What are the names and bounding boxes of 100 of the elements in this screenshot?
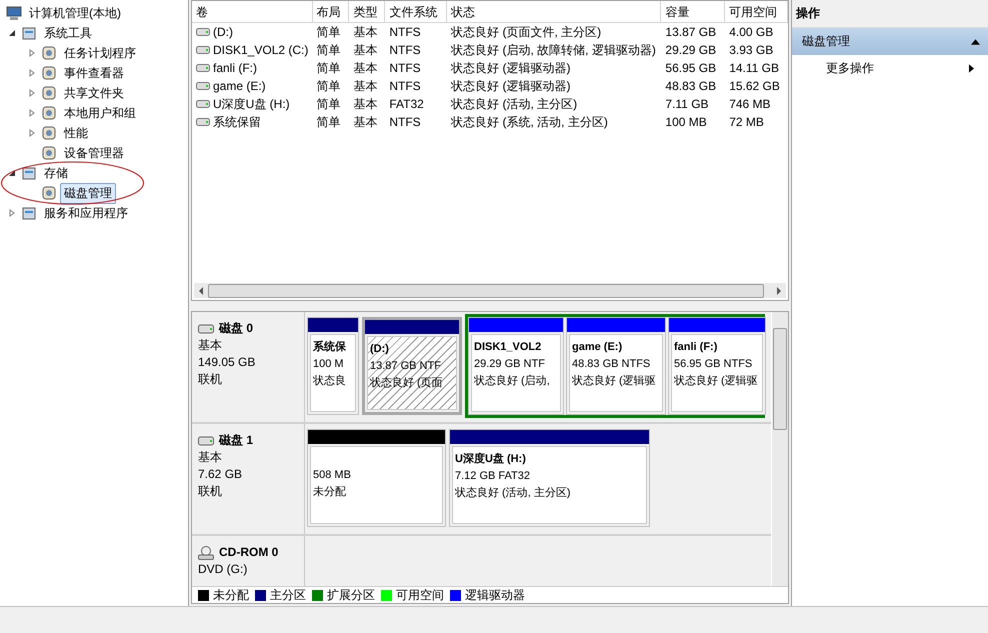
- disk-status: 联机: [198, 483, 223, 500]
- tree-item[interactable]: 服务和应用程序: [40, 202, 132, 224]
- tree-item[interactable]: 磁盘管理: [60, 182, 116, 204]
- expander-icon[interactable]: [8, 29, 16, 37]
- table-cell: 状态良好 (启动, 故障转储, 逻辑驱动器): [451, 42, 656, 58]
- horizontal-scrollbar[interactable]: [194, 283, 786, 298]
- partition-size: 29.29 GB NTF: [474, 357, 545, 372]
- table-cell: 基本: [353, 42, 378, 58]
- submenu-arrow-icon: [969, 64, 974, 73]
- table-cell: FAT32: [389, 97, 424, 111]
- tool-icon: [41, 185, 57, 201]
- table-cell: 系统保留: [213, 114, 261, 130]
- partition-header-bar: [308, 318, 358, 332]
- partition-block[interactable]: U深度U盘 (H:) 7.12 GB FAT32 状态良好 (活动, 主分区): [449, 429, 650, 527]
- table-cell: 简单: [316, 78, 341, 94]
- more-actions-item[interactable]: 更多操作: [792, 55, 988, 82]
- table-cell: 13.87 GB: [665, 25, 716, 39]
- partition-block[interactable]: 508 MB 未分配: [307, 429, 446, 527]
- disk-name: 磁盘 1: [219, 432, 254, 449]
- disk-drive-icon: [198, 324, 214, 334]
- partition-status: 状态良好 (页面: [370, 376, 443, 391]
- partition-block[interactable]: fanli (F:) 56.95 GB NTFS 状态良好 (逻辑驱: [668, 317, 766, 415]
- table-cell: 48.83 GB: [665, 79, 716, 93]
- disk-name: CD-ROM 0: [219, 544, 278, 561]
- tree-item[interactable]: 系统工具: [40, 22, 96, 44]
- partition-status: 状态良: [313, 374, 346, 389]
- partition-block[interactable]: game (E:) 48.83 GB NTFS 状态良好 (逻辑驱: [566, 317, 666, 415]
- table-cell: 基本: [353, 24, 378, 40]
- partition-name: fanli (F:): [674, 340, 718, 355]
- disk-size: 7.62 GB: [198, 466, 244, 483]
- legend-label: 可用空间: [396, 586, 444, 604]
- column-header[interactable]: 可用空间: [725, 1, 788, 22]
- drive-icon: [196, 82, 210, 90]
- column-header[interactable]: 卷: [192, 1, 313, 22]
- computer-icon: [6, 5, 22, 21]
- scroll-right-arrow-icon[interactable]: [776, 286, 782, 294]
- partition-size: 56.95 GB NTFS: [674, 357, 752, 372]
- actions-title: 操作: [792, 0, 988, 28]
- tool-icon: [41, 65, 57, 81]
- legend-label: 扩展分区: [327, 586, 375, 604]
- table-cell: 15.62 GB: [729, 79, 780, 93]
- tree-item[interactable]: 本地用户和组: [60, 102, 140, 124]
- disk-name: 磁盘 0: [219, 320, 254, 337]
- tree-item[interactable]: 设备管理器: [60, 142, 128, 164]
- table-cell: fanli (F:): [213, 61, 258, 75]
- table-cell: U深度U盘 (H:): [213, 96, 290, 112]
- table-cell: 14.11 GB: [729, 61, 779, 75]
- partition-status: 状态良好 (逻辑驱: [572, 374, 656, 389]
- table-cell: NTFS: [389, 43, 421, 57]
- table-cell: 56.95 GB: [665, 61, 716, 75]
- optical-drive-icon: [198, 546, 214, 560]
- partition-block[interactable]: DISK1_VOL2 29.29 GB NTF 状态良好 (启动,: [468, 317, 564, 415]
- tree-item[interactable]: 性能: [60, 122, 92, 144]
- vertical-scrollbar[interactable]: [772, 312, 788, 586]
- tree-item[interactable]: 共享文件夹: [60, 82, 128, 104]
- table-cell: 简单: [316, 60, 341, 76]
- tree-item[interactable]: 计算机管理(本地): [25, 2, 125, 24]
- partition-name: DISK1_VOL2: [474, 340, 542, 355]
- tree-item[interactable]: 存储: [40, 162, 72, 184]
- column-header[interactable]: 类型: [349, 1, 386, 22]
- table-cell: NTFS: [389, 115, 421, 129]
- partition-block[interactable]: 系统保 100 M 状态良: [307, 317, 359, 415]
- partition-size: 7.12 GB FAT32: [455, 469, 530, 484]
- table-cell: 状态良好 (活动, 主分区): [451, 96, 578, 112]
- disk-status: 联机: [198, 371, 223, 388]
- extended-partition[interactable]: DISK1_VOL2 29.29 GB NTF 状态良好 (启动, game (E:) 48.83 GB NTFS 状态良好 (逻辑驱 fanli (F:) 56.95 GB NTFS 状态良好 (逻辑驱: [465, 314, 765, 418]
- scroll-left-arrow-icon[interactable]: [198, 286, 204, 294]
- drive-icon: [196, 118, 210, 126]
- partition-name: 系统保: [313, 340, 346, 355]
- table-cell: NTFS: [389, 79, 421, 93]
- partition-size: 48.83 GB NTFS: [572, 357, 650, 372]
- column-header[interactable]: 布局: [312, 1, 350, 22]
- expander-icon[interactable]: [8, 169, 16, 177]
- tool-icon: [41, 85, 57, 101]
- partition-block[interactable]: (D:) 13.87 GB NTF 状态良好 (页面: [362, 317, 462, 415]
- partition-status: 未分配: [313, 485, 346, 500]
- tree-item[interactable]: 任务计划程序: [60, 42, 140, 64]
- drive-icon: [196, 46, 210, 54]
- column-header[interactable]: 状态: [447, 1, 662, 22]
- disk-size: 149.05 GB: [198, 354, 256, 371]
- partition-name: game (E:): [572, 340, 622, 355]
- table-cell: 状态良好 (逻辑驱动器): [451, 60, 570, 76]
- table-cell: 状态良好 (系统, 活动, 主分区): [451, 114, 608, 130]
- actions-section-header[interactable]: 磁盘管理: [792, 28, 988, 55]
- table-cell: DISK1_VOL2 (C:): [213, 43, 308, 57]
- collapse-caret-icon[interactable]: [971, 38, 980, 44]
- legend-label: 逻辑驱动器: [465, 586, 525, 604]
- tool-icon: [41, 125, 57, 141]
- table-cell: 简单: [316, 96, 341, 112]
- table-cell: 100 MB: [665, 115, 707, 129]
- section-label: 磁盘管理: [802, 33, 850, 50]
- column-header[interactable]: 文件系统: [385, 1, 448, 22]
- table-cell: game (E:): [213, 79, 266, 93]
- partition-status: 状态良好 (活动, 主分区): [455, 486, 570, 501]
- tool-icon: [41, 45, 57, 61]
- column-header[interactable]: 容量: [661, 1, 726, 22]
- partition-name: (D:): [370, 342, 389, 357]
- table-cell: 基本: [353, 60, 378, 76]
- table-cell: 状态良好 (逻辑驱动器): [451, 78, 570, 94]
- tree-item[interactable]: 事件查看器: [60, 62, 128, 84]
